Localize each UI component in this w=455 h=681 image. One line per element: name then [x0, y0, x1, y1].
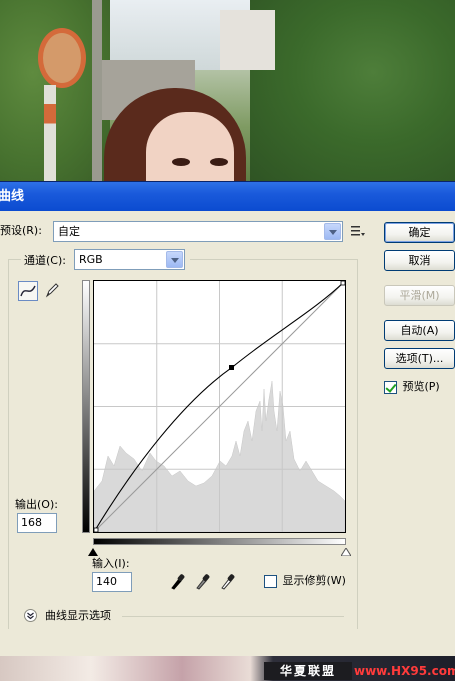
background-photo [0, 0, 455, 181]
options-button[interactable]: 选项(T)... [384, 348, 455, 369]
preset-label: 预设(R): [0, 224, 42, 237]
channel-value: RGB [79, 253, 103, 266]
input-field[interactable]: 140 [92, 572, 132, 592]
preset-select[interactable]: 自定 [53, 221, 343, 242]
watermark-site: www.HX95.com [354, 664, 455, 678]
eyedropper-white-icon[interactable] [220, 572, 236, 590]
curves-dialog: 曲线 预设(R): 自定 通道(C): RGB 输出(O): 168 输入(I)… [0, 181, 455, 656]
watermark-brand: 华夏联盟 [264, 662, 352, 680]
show-clipping-label: 显示修剪(W) [282, 574, 346, 587]
output-label: 输出(O): [15, 498, 58, 511]
curves-plot[interactable] [93, 280, 346, 533]
white-point-slider[interactable] [340, 546, 352, 557]
cancel-button[interactable]: 取消 [384, 250, 455, 271]
show-clipping-checkbox[interactable] [264, 574, 277, 588]
channel-select[interactable]: RGB [74, 249, 185, 270]
preset-value: 自定 [58, 225, 80, 238]
smooth-button[interactable]: 平滑(M) [384, 285, 455, 306]
chevron-down-icon[interactable] [166, 251, 183, 268]
input-gradient-bar [93, 538, 346, 545]
dialog-titlebar[interactable]: 曲线 [0, 182, 455, 211]
chevron-down-icon[interactable] [324, 223, 341, 240]
end-point-black [93, 527, 99, 533]
curve-display-options-label[interactable]: 曲线显示选项 [45, 609, 111, 623]
preview-checkbox[interactable] [384, 380, 397, 394]
channel-label: 通道(C): [24, 254, 66, 267]
preset-menu-icon[interactable] [350, 224, 366, 238]
black-point-slider[interactable] [88, 546, 98, 556]
curves-graph[interactable] [93, 280, 346, 533]
expand-chevron-icon[interactable] [24, 609, 37, 622]
pencil-icon[interactable] [43, 281, 61, 299]
control-point [229, 365, 234, 370]
curve-tool-icon[interactable] [18, 281, 38, 301]
show-clipping-toggle[interactable]: 显示修剪(W) [264, 574, 346, 588]
dialog-title: 曲线 [0, 189, 25, 204]
input-label: 输入(I): [92, 557, 130, 570]
auto-button[interactable]: 自动(A) [384, 320, 455, 341]
preview-label: 预览(P) [402, 380, 440, 393]
ok-button[interactable]: 确定 [384, 222, 455, 243]
eyedropper-black-icon[interactable] [170, 572, 186, 590]
output-field[interactable]: 168 [17, 513, 57, 533]
output-gradient-bar [82, 280, 90, 533]
eyedropper-gray-icon[interactable] [195, 572, 211, 590]
end-point-white [340, 280, 346, 286]
preview-toggle[interactable]: 预览(P) [384, 380, 440, 394]
